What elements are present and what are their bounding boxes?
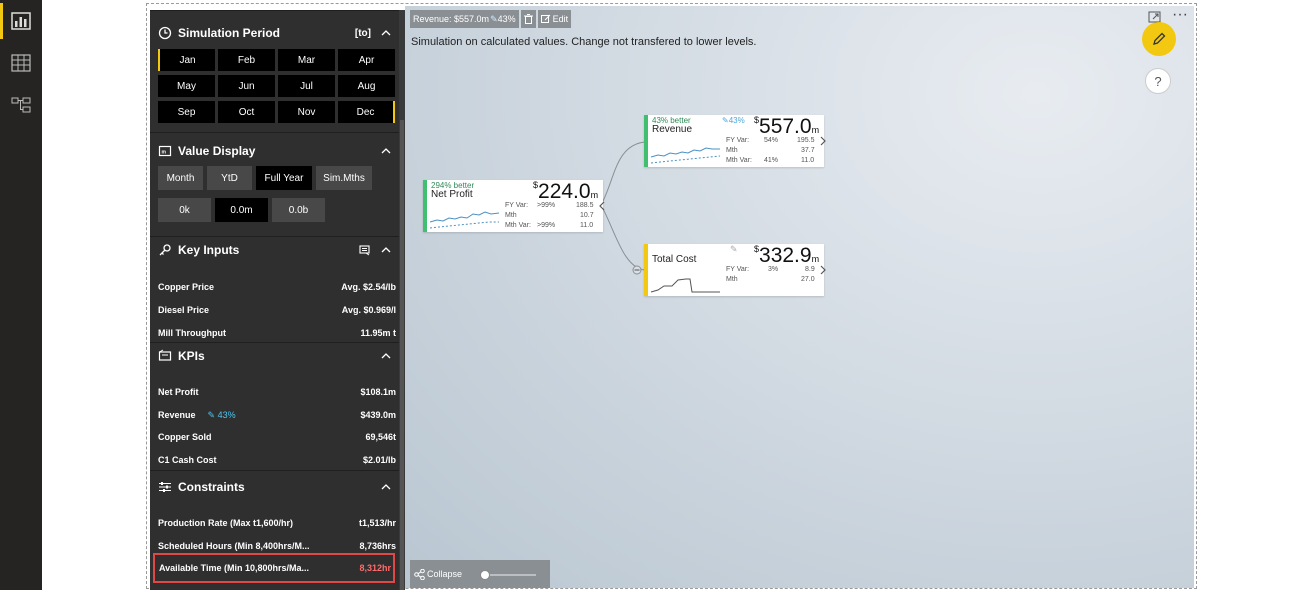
chevron-right-icon[interactable] bbox=[818, 135, 828, 147]
key-input-row[interactable]: Mill Throughput 11.95m t bbox=[158, 324, 396, 342]
month-button-nov[interactable]: Nov bbox=[278, 101, 335, 123]
constraints-section: Constraints Production Rate (Max t1,600/… bbox=[150, 470, 399, 590]
scale-m-button[interactable]: 0.0m bbox=[215, 198, 268, 222]
trash-icon bbox=[523, 14, 533, 24]
simulation-period-header[interactable]: Simulation Period [to] bbox=[158, 21, 391, 45]
key-icon bbox=[158, 243, 172, 257]
notes-icon[interactable] bbox=[359, 244, 371, 256]
left-nav bbox=[0, 0, 42, 590]
kpis-title: KPIs bbox=[178, 349, 205, 363]
key-input-row[interactable]: Copper Price Avg. $2.54/lb bbox=[158, 278, 396, 296]
total-cost-node[interactable]: Total Cost ✎ $332.9m FY Var: 3% 8.9 Mth … bbox=[644, 244, 826, 296]
kpis-header[interactable]: KPIs bbox=[158, 344, 391, 368]
kpi-row[interactable]: C1 Cash Cost $2.01/lb bbox=[158, 451, 396, 469]
month-button-sep[interactable]: Sep bbox=[158, 101, 215, 123]
node-title: Total Cost bbox=[652, 254, 697, 265]
simulation-period-title: Simulation Period bbox=[178, 26, 281, 40]
sliders-icon bbox=[158, 480, 172, 494]
key-input-row[interactable]: Diesel Price Avg. $0.969/l bbox=[158, 301, 396, 319]
simulation-note: Simulation on calculated values. Change … bbox=[411, 36, 757, 48]
period-badge[interactable]: [to] bbox=[355, 28, 371, 39]
edit-pencil-icon[interactable]: ✎ 43% bbox=[208, 410, 236, 421]
help-button[interactable]: ? bbox=[1145, 68, 1171, 94]
edit-pencil-icon: ✎ bbox=[490, 13, 498, 24]
model-view-icon[interactable] bbox=[0, 85, 42, 125]
panel-scrollbar[interactable] bbox=[399, 10, 405, 590]
pencil-icon bbox=[1153, 32, 1166, 45]
svg-text:m: m bbox=[162, 150, 167, 156]
sparkline bbox=[429, 211, 500, 229]
status-bar bbox=[644, 244, 648, 296]
chevron-up-icon[interactable] bbox=[381, 351, 391, 361]
kpi-icon bbox=[158, 349, 172, 363]
net-profit-node[interactable]: 294% better Net Profit $224.0m FY Var: >… bbox=[423, 180, 605, 232]
mode-full-year-button[interactable]: Full Year bbox=[256, 166, 312, 190]
scale-k-button[interactable]: 0k bbox=[158, 198, 211, 222]
kpi-row[interactable]: Copper Sold 69,546t bbox=[158, 428, 396, 446]
kpi-row[interactable]: Revenue ✎ 43% $439.0m bbox=[158, 406, 396, 424]
month-button-apr[interactable]: Apr bbox=[338, 49, 395, 71]
value-display-title: Value Display bbox=[178, 144, 256, 158]
kpi-row[interactable]: Net Profit $108.1m bbox=[158, 383, 396, 401]
month-button-aug[interactable]: Aug bbox=[338, 75, 395, 97]
status-bar bbox=[423, 180, 427, 232]
month-button-feb[interactable]: Feb bbox=[218, 49, 275, 71]
share-nodes-icon[interactable] bbox=[414, 568, 425, 580]
simulation-toolbar: Revenue: $557.0m ✎ 43% Edit bbox=[410, 10, 572, 28]
key-inputs-title: Key Inputs bbox=[178, 243, 240, 257]
collapse-label[interactable]: Collapse bbox=[427, 569, 462, 579]
chevron-left-icon[interactable] bbox=[597, 200, 607, 212]
month-button-jul[interactable]: Jul bbox=[278, 75, 335, 97]
revenue-chip[interactable]: Revenue: $557.0m ✎ 43% bbox=[410, 10, 519, 28]
status-bar bbox=[644, 115, 648, 167]
month-button-mar[interactable]: Mar bbox=[278, 49, 335, 71]
month-button-may[interactable]: May bbox=[158, 75, 215, 97]
report-view-icon[interactable] bbox=[0, 1, 42, 41]
scale-b-button[interactable]: 0.0b bbox=[272, 198, 325, 222]
month-button-jun[interactable]: Jun bbox=[218, 75, 275, 97]
constraints-header[interactable]: Constraints bbox=[158, 475, 391, 499]
question-icon: ? bbox=[1154, 73, 1162, 89]
mode-sim-mths-button[interactable]: Sim.Mths bbox=[316, 166, 372, 190]
key-inputs-section: Key Inputs Copper Price Avg. $2.54/lb Die… bbox=[150, 236, 399, 340]
delete-button[interactable] bbox=[520, 10, 536, 28]
value-display-section: m Value Display Month YtD Full Year Sim.… bbox=[150, 132, 399, 234]
chevron-right-icon[interactable] bbox=[818, 264, 828, 276]
kpis-section: KPIs Net Profit $108.1m Revenue ✎ 43% $439.… bbox=[150, 342, 399, 468]
display-icon: m bbox=[158, 144, 172, 158]
node-value: $557.0m bbox=[754, 115, 820, 138]
edit-icon bbox=[540, 14, 550, 23]
chevron-up-icon[interactable] bbox=[381, 28, 391, 38]
edit-button[interactable]: Edit bbox=[537, 10, 572, 28]
sparkline bbox=[650, 278, 720, 293]
more-options-icon[interactable]: ··· bbox=[1172, 7, 1188, 23]
chevron-up-icon[interactable] bbox=[381, 146, 391, 156]
zoom-slider[interactable] bbox=[480, 569, 538, 581]
key-inputs-header[interactable]: Key Inputs bbox=[158, 238, 391, 262]
constraint-row-violated[interactable]: Available Time (Min 10,800hrs/Ma... 8,312… bbox=[153, 553, 395, 583]
mode-month-button[interactable]: Month bbox=[158, 166, 203, 190]
node-title: Revenue bbox=[652, 124, 693, 135]
clock-icon bbox=[158, 26, 172, 40]
node-value: $224.0m bbox=[533, 180, 599, 203]
edit-pencil-icon[interactable]: ✎ bbox=[730, 244, 738, 255]
value-display-header[interactable]: m Value Display bbox=[158, 139, 391, 163]
node-title: Net Profit bbox=[431, 189, 473, 200]
edit-tag[interactable]: ✎43% bbox=[722, 116, 745, 125]
chevron-up-icon[interactable] bbox=[381, 245, 391, 255]
mode-ytd-button[interactable]: YtD bbox=[207, 166, 252, 190]
simulation-period-section: Simulation Period [to] Jan Feb Mar Apr May Ju… bbox=[150, 10, 399, 128]
revenue-node[interactable]: 43% better ✎43% Revenue $557.0m FY Var: … bbox=[644, 115, 826, 167]
month-button-oct[interactable]: Oct bbox=[218, 101, 275, 123]
simulation-panel: Simulation Period [to] Jan Feb Mar Apr May Ju… bbox=[150, 10, 405, 590]
data-view-icon[interactable] bbox=[0, 43, 42, 83]
chevron-up-icon[interactable] bbox=[381, 482, 391, 492]
month-button-jan[interactable]: Jan bbox=[158, 49, 215, 71]
node-value: $332.9m bbox=[754, 244, 820, 267]
sparkline bbox=[650, 147, 721, 164]
constraint-row[interactable]: Production Rate (Max t1,600/hr) t1,513/hr bbox=[158, 514, 396, 532]
month-button-dec[interactable]: Dec bbox=[338, 101, 395, 123]
constraints-title: Constraints bbox=[178, 480, 245, 494]
edit-mode-button[interactable] bbox=[1142, 22, 1176, 56]
